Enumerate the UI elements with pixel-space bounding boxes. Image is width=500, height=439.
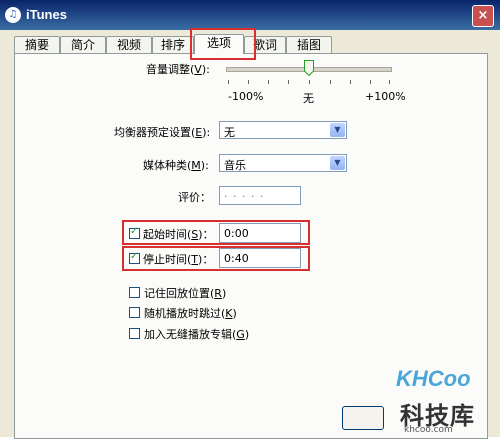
volume-tick bbox=[389, 80, 390, 84]
watermark-logo: KHCoo bbox=[396, 366, 471, 391]
start-time-value: 0:00 bbox=[224, 227, 249, 240]
volume-slider-thumb[interactable] bbox=[304, 60, 314, 76]
stop-time-value: 0:40 bbox=[224, 252, 249, 265]
volume-tick bbox=[330, 80, 331, 84]
volume-tick bbox=[370, 80, 371, 84]
volume-tick bbox=[309, 80, 310, 84]
volume-tick bbox=[248, 80, 249, 84]
gapless-album-label[interactable]: 加入无缝播放专辑(G) bbox=[144, 326, 249, 342]
options-tab-highlight bbox=[190, 28, 256, 60]
start-time-input[interactable]: 0:00 bbox=[219, 223, 301, 243]
remember-position-label[interactable]: 记住回放位置(R) bbox=[144, 285, 226, 301]
volume-min-label: -100% bbox=[228, 90, 264, 103]
volume-tick bbox=[350, 80, 351, 84]
window-title: iTunes bbox=[26, 7, 67, 22]
itunes-info-dialog: ♫ iTunes × 摘要 简介 视频 排序 选项 歌词 插图 音量调整(V):… bbox=[0, 0, 500, 439]
chevron-down-icon[interactable]: ▼ bbox=[330, 123, 345, 137]
media-kind-label: 媒体种类(M): bbox=[143, 159, 209, 172]
rating-field[interactable]: · · · · · bbox=[219, 186, 301, 205]
gapless-album-checkbox[interactable] bbox=[129, 328, 140, 339]
tab-video[interactable]: 视频 bbox=[106, 36, 152, 53]
stop-time-label: 停止时间(T)： bbox=[143, 253, 214, 266]
volume-tick bbox=[228, 80, 229, 84]
stop-time-input[interactable]: 0:40 bbox=[219, 248, 301, 268]
rating-label: 评价： bbox=[178, 191, 211, 204]
volume-max-label: +100% bbox=[365, 90, 406, 103]
start-time-label: 起始时间(S)： bbox=[143, 228, 214, 241]
start-time-checkbox[interactable] bbox=[129, 226, 140, 239]
rating-stars[interactable]: · · · · · bbox=[224, 190, 264, 203]
volume-tick bbox=[288, 80, 289, 84]
tab-info[interactable]: 简介 bbox=[60, 36, 106, 53]
itunes-app-icon: ♫ bbox=[5, 7, 21, 23]
volume-mid-label: 无 bbox=[303, 92, 314, 105]
tab-artwork[interactable]: 插图 bbox=[286, 36, 332, 53]
equalizer-value: 无 bbox=[224, 126, 235, 139]
watermark-url: khcoo.com bbox=[404, 425, 453, 435]
close-button[interactable]: × bbox=[472, 5, 494, 27]
media-kind-value: 音乐 bbox=[224, 159, 246, 172]
tab-summary[interactable]: 摘要 bbox=[14, 36, 60, 53]
skip-shuffle-label[interactable]: 随机播放时跳过(K) bbox=[144, 305, 237, 321]
tab-sorting[interactable]: 排序 bbox=[152, 36, 194, 53]
skip-shuffle-checkbox[interactable] bbox=[129, 307, 140, 318]
volume-label: 音量调整(V): bbox=[146, 63, 210, 76]
equalizer-label: 均衡器预定设置(E): bbox=[114, 126, 211, 139]
remember-position-checkbox[interactable] bbox=[129, 287, 140, 298]
stop-time-checkbox[interactable] bbox=[129, 251, 140, 264]
title-bar: ♫ iTunes × bbox=[0, 0, 500, 30]
volume-tick bbox=[268, 80, 269, 84]
equalizer-select[interactable]: 无 ▼ bbox=[219, 121, 347, 139]
khcoo-watermark: KHCoo 科技库 khcoo.com bbox=[378, 352, 500, 437]
chevron-down-icon[interactable]: ▼ bbox=[330, 156, 345, 170]
media-kind-select[interactable]: 音乐 ▼ bbox=[219, 154, 347, 172]
